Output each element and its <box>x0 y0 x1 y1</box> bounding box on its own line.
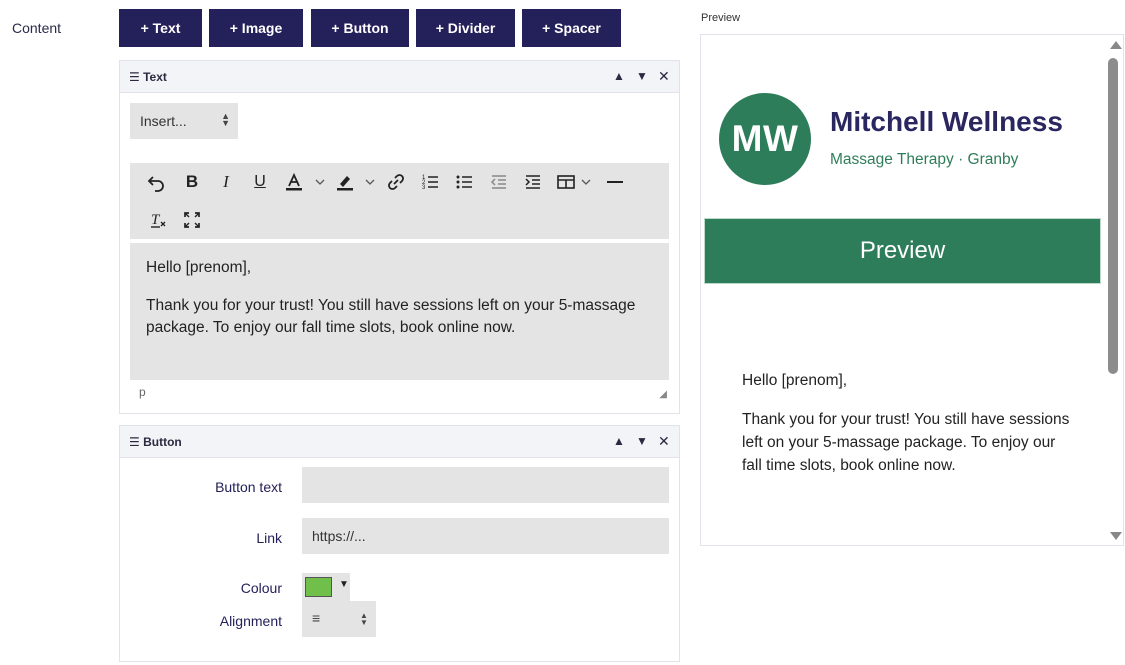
text-block-title: ☰ Text <box>129 70 167 84</box>
preview-banner: Preview <box>704 218 1101 284</box>
logo: MW <box>719 93 811 185</box>
content-label: Content <box>12 20 62 36</box>
add-divider-button[interactable]: + Divider <box>416 9 515 47</box>
move-down-icon[interactable]: ▼ <box>636 69 648 83</box>
chevron-down-icon[interactable] <box>365 169 375 195</box>
table-icon[interactable] <box>553 169 579 195</box>
horizontal-rule-icon[interactable] <box>602 169 628 195</box>
add-text-button[interactable]: + Text <box>119 9 202 47</box>
editor-toolbar: B I U 123 T <box>130 163 669 239</box>
preview-paragraph: Thank you for your trust! You still have… <box>742 411 1070 474</box>
scroll-up-icon[interactable] <box>1110 41 1122 49</box>
scroll-thumb[interactable] <box>1108 58 1118 374</box>
undo-icon[interactable] <box>143 169 169 195</box>
alignment-select[interactable]: ≡ ▲ ▼ <box>302 601 376 637</box>
close-icon[interactable]: ✕ <box>658 433 670 450</box>
alignment-label: Alignment <box>219 613 282 629</box>
clear-formatting-icon[interactable]: T <box>145 207 171 233</box>
add-spacer-button[interactable]: + Spacer <box>522 9 621 47</box>
text-color-icon[interactable] <box>281 169 307 195</box>
chevron-down-icon[interactable] <box>315 169 325 195</box>
link-label: Link <box>256 530 282 546</box>
element-path: p <box>139 385 146 399</box>
bold-icon[interactable]: B <box>179 169 205 195</box>
insert-dropdown-label: Insert... <box>140 113 187 129</box>
underline-icon[interactable]: U <box>247 169 273 195</box>
move-up-icon[interactable]: ▲ <box>613 434 625 448</box>
resize-handle-icon[interactable]: ◢ <box>659 389 667 400</box>
insert-dropdown[interactable]: Insert... ▲ ▼ <box>130 103 238 139</box>
highlight-icon[interactable] <box>332 169 358 195</box>
select-arrows-icon: ▲ ▼ <box>360 611 368 627</box>
select-arrows-icon: ▲ ▼ <box>221 111 230 128</box>
button-text-input[interactable] <box>302 467 669 503</box>
colour-swatch <box>305 577 332 597</box>
close-icon[interactable]: ✕ <box>658 68 670 85</box>
email-preview: MW Mitchell Wellness Massage Therapy · G… <box>700 34 1124 546</box>
bullet-list-icon[interactable] <box>451 169 477 195</box>
preview-scrollbar[interactable] <box>1105 35 1123 545</box>
scroll-down-icon[interactable] <box>1110 532 1122 540</box>
editor-paragraph: Thank you for your trust! You still have… <box>146 297 636 336</box>
link-icon[interactable] <box>383 169 409 195</box>
button-block-panel: ☰ Button ▲ ▼ ✕ Button text Link https://… <box>119 425 680 662</box>
svg-text:3: 3 <box>422 185 426 191</box>
add-button-button[interactable]: + Button <box>311 9 409 47</box>
editor-paragraph: Hello [prenom], <box>146 259 252 276</box>
svg-text:T: T <box>151 212 161 228</box>
outdent-icon[interactable] <box>486 169 512 195</box>
preview-paragraph: Hello [prenom], <box>742 372 848 389</box>
move-down-icon[interactable]: ▼ <box>636 434 648 448</box>
button-text-label: Button text <box>215 479 282 495</box>
preview-body: Hello [prenom], Thank you for your trust… <box>742 369 1072 493</box>
colour-label: Colour <box>240 580 282 596</box>
rich-text-editor[interactable]: Hello [prenom], Thank you for your trust… <box>130 243 669 380</box>
colour-picker[interactable]: ▼ <box>302 573 350 601</box>
text-block-panel: ☰ Text ▲ ▼ ✕ Insert... ▲ ▼ B I U 123 T H… <box>119 60 680 414</box>
italic-icon[interactable]: I <box>213 169 239 195</box>
button-block-title: ☰ Button <box>129 435 182 449</box>
chevron-down-icon[interactable] <box>581 169 591 195</box>
move-up-icon[interactable]: ▲ <box>613 69 625 83</box>
indent-icon[interactable] <box>520 169 546 195</box>
align-center-icon: ≡ <box>312 610 321 626</box>
caret-down-icon: ▼ <box>339 579 349 590</box>
text-block-header[interactable]: ☰ Text ▲ ▼ ✕ <box>120 61 679 93</box>
button-block-header[interactable]: ☰ Button ▲ ▼ ✕ <box>120 426 679 458</box>
brand-name: Mitchell Wellness <box>830 106 1063 137</box>
preview-label: Preview <box>701 12 741 24</box>
brand-subtitle: Massage Therapy · Granby <box>830 151 1019 168</box>
link-input[interactable]: https://... <box>302 518 669 554</box>
fullscreen-icon[interactable] <box>179 207 205 233</box>
add-image-button[interactable]: + Image <box>209 9 303 47</box>
numbered-list-icon[interactable]: 123 <box>417 169 443 195</box>
